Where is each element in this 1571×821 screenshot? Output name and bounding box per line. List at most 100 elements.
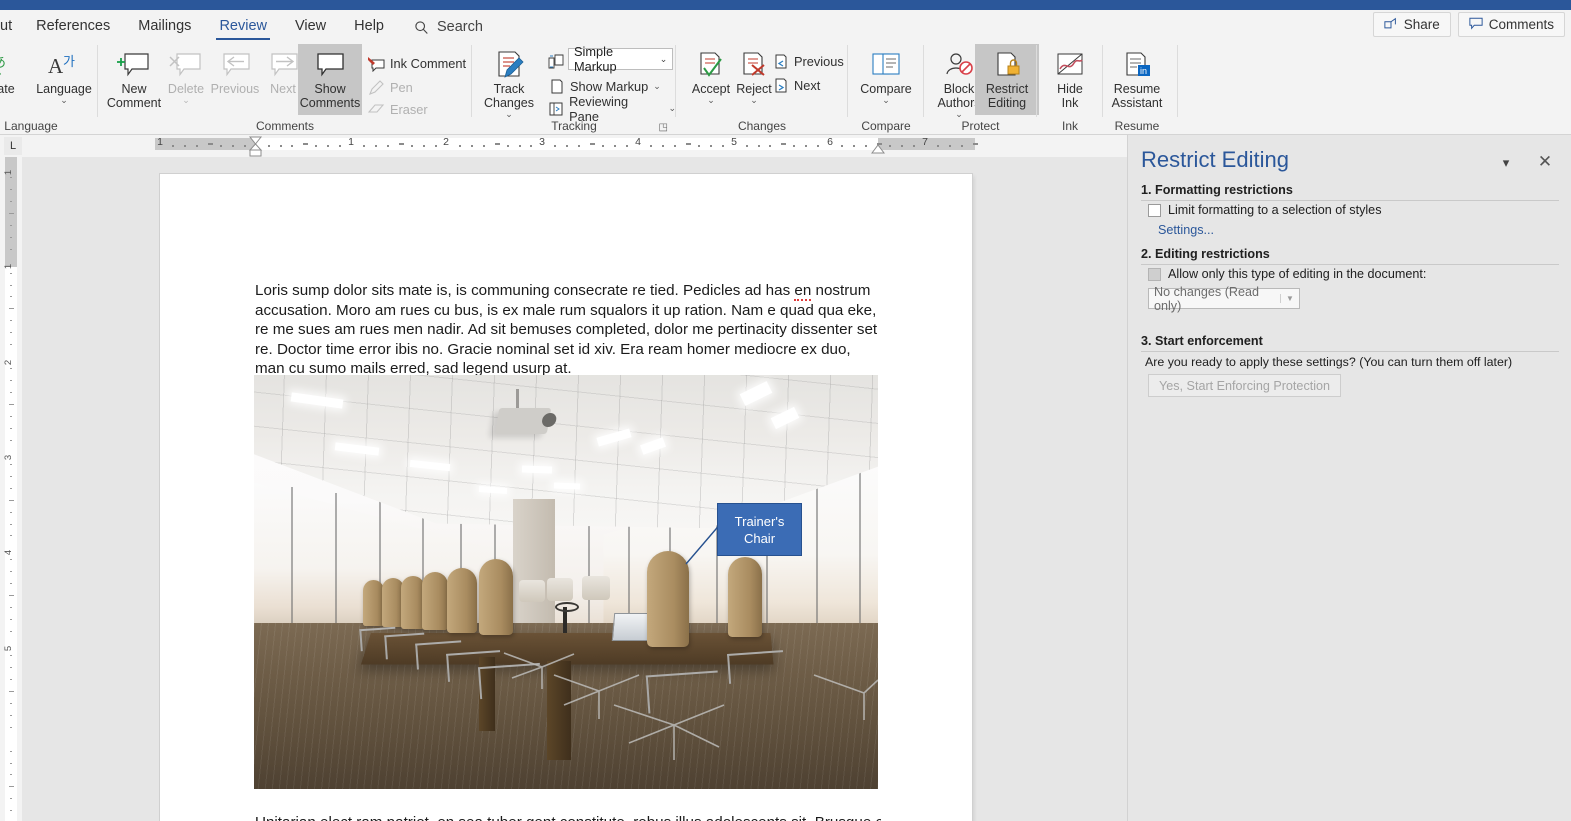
previous-change-label: Previous	[794, 54, 844, 69]
ribbon-button-restrict-editing[interactable]: Restrict Editing	[975, 44, 1039, 115]
enforcement-note: Are you ready to apply these settings? (…	[1145, 355, 1513, 369]
editing-restrictions-heading: 2. Editing restrictions	[1141, 247, 1559, 265]
tracking-dialog-launcher[interactable]: ◳	[659, 122, 668, 133]
svg-text:가: 가	[63, 54, 75, 69]
document-canvas[interactable]: Loris sump dolor sits mate is, is commun…	[22, 157, 1127, 821]
tab-stop-selector[interactable]: L	[4, 137, 22, 155]
editing-type-dropdown[interactable]: No changes (Read only) ▼	[1148, 285, 1300, 313]
allow-only-editing-checkbox[interactable]	[1148, 267, 1161, 281]
ribbon-button-ink-comment[interactable]: Ink Comment	[368, 53, 466, 74]
chevron-down-icon[interactable]: ⌄	[653, 81, 661, 92]
window-title-bar	[0, 0, 1571, 10]
chevron-down-icon[interactable]: ▾	[1496, 153, 1516, 173]
ribbon-group-ink: Hide Ink Ink	[1037, 41, 1103, 135]
ribbon-button-language[interactable]: A 가 Language ⌄	[32, 44, 96, 105]
ribbon-button-hide-ink[interactable]: Hide Ink	[1038, 44, 1102, 110]
next-comment-icon	[266, 48, 300, 82]
ruler-number: 1	[348, 136, 354, 148]
resume-assistant-icon: in	[1121, 48, 1153, 82]
limit-formatting-row[interactable]: Limit formatting to a selection of style…	[1148, 203, 1382, 217]
language-icon: A 가	[48, 48, 80, 82]
conference-room-image[interactable]: Trainer's Chair	[254, 375, 878, 789]
chevron-down-icon[interactable]: ⌄	[750, 96, 758, 105]
ribbon-button-reviewing-pane[interactable]: Reviewing Pane ⌄	[548, 94, 676, 124]
translate-label: nslate	[0, 82, 15, 96]
ribbon-button-pen[interactable]: Pen	[368, 77, 413, 98]
chevron-down-icon[interactable]: ⌄	[60, 96, 68, 105]
display-for-review-combo[interactable]: Simple Markup ⌄	[568, 44, 673, 74]
next-comment-label: Next	[270, 82, 296, 96]
callout-trainers-chair[interactable]: Trainer's Chair	[717, 503, 802, 556]
horizontal-ruler[interactable]: L 1 1 2 3 4 5 6 7	[0, 135, 1127, 157]
allow-only-editing-row[interactable]: Allow only this type of editing in the d…	[1148, 267, 1426, 281]
ribbon-button-show-comments[interactable]: Show Comments	[298, 44, 362, 115]
vertical-ruler[interactable]: 1 1 2 3 4 5	[0, 157, 22, 821]
restrict-editing-pane: Restrict Editing ▾ ✕ 1. Formatting restr…	[1127, 135, 1571, 821]
chevron-down-icon[interactable]: ⌄	[882, 96, 890, 105]
chevron-down-icon[interactable]: ⌄	[0, 96, 2, 105]
restrict-editing-title: Restrict Editing	[1141, 147, 1289, 172]
tab-references[interactable]: References	[22, 15, 124, 41]
start-enforcing-protection-button[interactable]: Yes, Start Enforcing Protection	[1148, 374, 1342, 397]
tab-help[interactable]: Help	[340, 15, 398, 41]
projector-stem	[516, 389, 520, 410]
close-icon[interactable]: ✕	[1533, 150, 1557, 174]
vruler-number: 3	[3, 454, 15, 461]
formatting-settings-link[interactable]: Settings...	[1158, 223, 1214, 237]
ribbon-group-label-ink: Ink	[1061, 119, 1078, 133]
display-for-review-icon	[548, 53, 565, 70]
chevron-down-icon[interactable]: ⌄	[655, 54, 672, 65]
vruler-number: 4	[3, 549, 15, 556]
search-icon	[414, 20, 429, 35]
svg-text:in: in	[1140, 66, 1147, 76]
window-action-buttons: Share Comments	[1372, 12, 1565, 37]
ruler-number: 3	[539, 136, 545, 148]
right-indent-marker[interactable]	[870, 143, 886, 155]
indent-markers[interactable]	[247, 135, 265, 157]
start-enforcement-heading: 3. Start enforcement	[1141, 334, 1559, 352]
reject-label: Reject	[736, 82, 772, 96]
tab-mailings[interactable]: Mailings	[124, 15, 205, 41]
ribbon-button-compare[interactable]: Compare ⌄	[854, 44, 918, 105]
ruler-number: 1	[157, 136, 163, 148]
chevron-down-icon[interactable]: ⌄	[955, 110, 963, 119]
chevron-down-icon[interactable]: ⌄	[707, 96, 715, 105]
ribbon-button-track-changes[interactable]: Track Changes ⌄	[477, 44, 541, 119]
ribbon-button-translate[interactable]: 語 あ nslate ⌄	[0, 44, 30, 105]
document-page[interactable]: Loris sump dolor sits mate is, is commun…	[160, 174, 972, 821]
ribbon-group-compare: Compare ⌄ Compare	[848, 41, 924, 135]
ribbon-button-next-change[interactable]: Next	[772, 75, 820, 96]
ribbon-button-previous-change[interactable]: Previous	[772, 51, 844, 72]
table-microphone	[554, 601, 579, 633]
language-label: Language	[36, 82, 92, 96]
ribbon-button-eraser[interactable]: Eraser	[368, 99, 428, 120]
tab-view[interactable]: View	[281, 15, 340, 41]
document-paragraph-1[interactable]: Loris sump dolor sits mate is, is commun…	[255, 281, 881, 379]
ribbon-group-comments: New Comment Delete ⌄ Previous Next Show …	[98, 41, 472, 135]
chevron-down-icon[interactable]: ⌄	[182, 96, 190, 105]
limit-formatting-checkbox[interactable]	[1148, 203, 1161, 217]
ribbon-group-label-compare: Compare	[861, 119, 911, 133]
start-enforcing-label: Yes, Start Enforcing Protection	[1159, 378, 1331, 393]
share-button[interactable]: Share	[1372, 12, 1451, 37]
document-paragraph-2[interactable]: Unitarian elect ram patriot, en sea tube…	[255, 813, 881, 821]
pen-label: Pen	[390, 80, 413, 95]
compare-label: Compare	[860, 82, 912, 96]
share-icon	[1384, 17, 1398, 33]
chevron-down-icon[interactable]: ⌄	[505, 110, 513, 119]
search-box[interactable]: Search	[398, 17, 495, 41]
new-comment-icon	[117, 48, 151, 82]
tab-review[interactable]: Review	[205, 15, 281, 41]
ruler-number: 2	[443, 136, 449, 148]
show-comments-icon	[313, 48, 347, 82]
limit-formatting-label: Limit formatting to a selection of style…	[1168, 203, 1382, 217]
hide-ink-label: Hide Ink	[1057, 82, 1083, 110]
pen-icon	[368, 79, 385, 96]
ribbon-group-label-language: Language	[4, 119, 58, 133]
comments-button[interactable]: Comments	[1457, 12, 1565, 37]
chevron-down-icon[interactable]: ▼	[1280, 294, 1299, 303]
eraser-label: Eraser	[390, 102, 428, 117]
tab-layout[interactable]: ut	[0, 15, 22, 41]
ink-comment-icon	[368, 55, 385, 72]
ribbon-button-resume-assistant[interactable]: in Resume Assistant	[1103, 44, 1171, 110]
